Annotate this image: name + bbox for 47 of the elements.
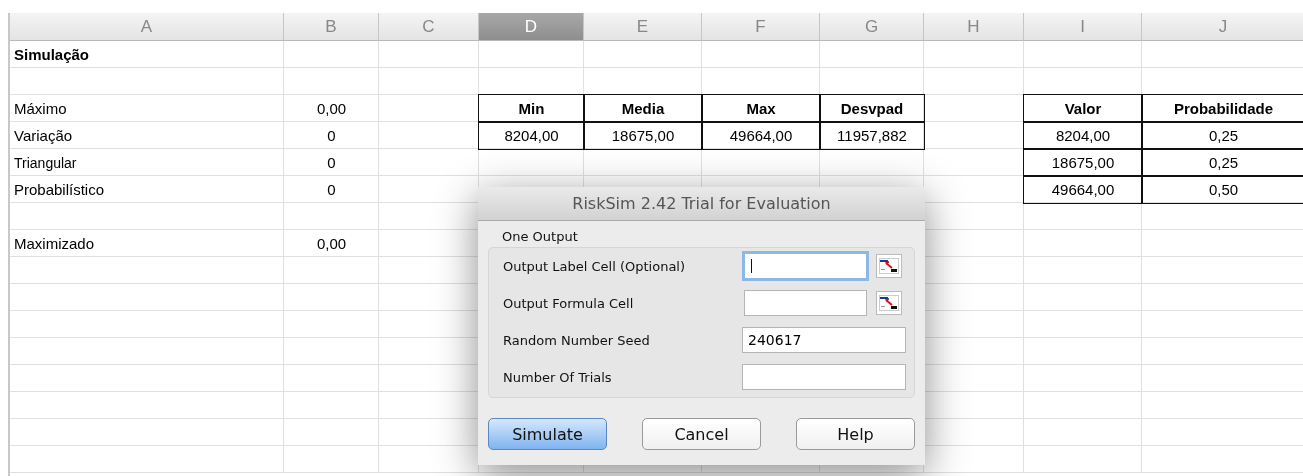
dialog-title: RiskSim 2.42 Trial for Evaluation <box>572 194 831 213</box>
table-cell: 8204,00 <box>1024 122 1142 149</box>
field-label: Output Label Cell (Optional) <box>503 258 687 274</box>
header-cell: Min <box>479 95 584 122</box>
dialog-button[interactable]: Simulate <box>488 418 607 450</box>
dialog-button[interactable]: Help <box>796 418 915 450</box>
table-cell-text: 0 <box>326 153 337 173</box>
table-cell-text: Variação <box>13 126 74 146</box>
table-cell-text: Probabilístico <box>13 180 106 200</box>
table-cell-text: Máximo <box>13 99 68 119</box>
table-cell: 8204,00 <box>479 122 584 149</box>
column-header[interactable]: E <box>584 13 702 41</box>
table-cell-text: 0,00 <box>315 99 348 119</box>
table-cell: 11957,882 <box>820 122 924 149</box>
column-header[interactable]: F <box>702 13 820 41</box>
header-cell: Max <box>702 95 820 122</box>
column-header[interactable]: C <box>379 13 479 41</box>
dialog-button[interactable]: Cancel <box>642 418 761 450</box>
field-label: Number Of Trials <box>503 369 613 385</box>
column-header[interactable]: A <box>10 13 284 41</box>
column-header[interactable]: J <box>1142 13 1303 41</box>
table-cell: 49664,00 <box>1024 176 1142 203</box>
table-cell: 0,25 <box>1142 122 1303 149</box>
section-label: One Output <box>502 229 579 244</box>
header-cell: Valor <box>1024 95 1142 122</box>
table-cell-text: Simulação <box>13 45 91 65</box>
table-cell: 18675,00 <box>584 122 702 149</box>
table-cell-text: 0 <box>326 126 337 146</box>
table-cell-text: Maximizado <box>13 234 96 254</box>
field-label: Random Number Seed <box>503 332 651 348</box>
table-cell-text: 0,00 <box>315 234 348 254</box>
table-cell: 0,25 <box>1142 149 1303 176</box>
header-cell: Desvpad <box>820 95 924 122</box>
column-header[interactable]: I <box>1024 13 1142 41</box>
table-cell: 0,50 <box>1142 176 1303 203</box>
table-cell: 49664,00 <box>702 122 820 149</box>
column-header[interactable]: H <box>924 13 1024 41</box>
table-cell: 18675,00 <box>1024 149 1142 176</box>
table-cell-text: Triangular <box>13 153 78 173</box>
column-header[interactable]: G <box>820 13 924 41</box>
field-label: Output Formula Cell <box>503 295 635 311</box>
column-header[interactable]: B <box>284 13 379 41</box>
input-field[interactable]: 240617 <box>742 327 906 353</box>
header-cell: Probabilidade <box>1142 95 1303 122</box>
header-cell: Media <box>584 95 702 122</box>
table-cell-text: 0 <box>326 180 337 200</box>
column-header[interactable]: D <box>479 13 584 41</box>
